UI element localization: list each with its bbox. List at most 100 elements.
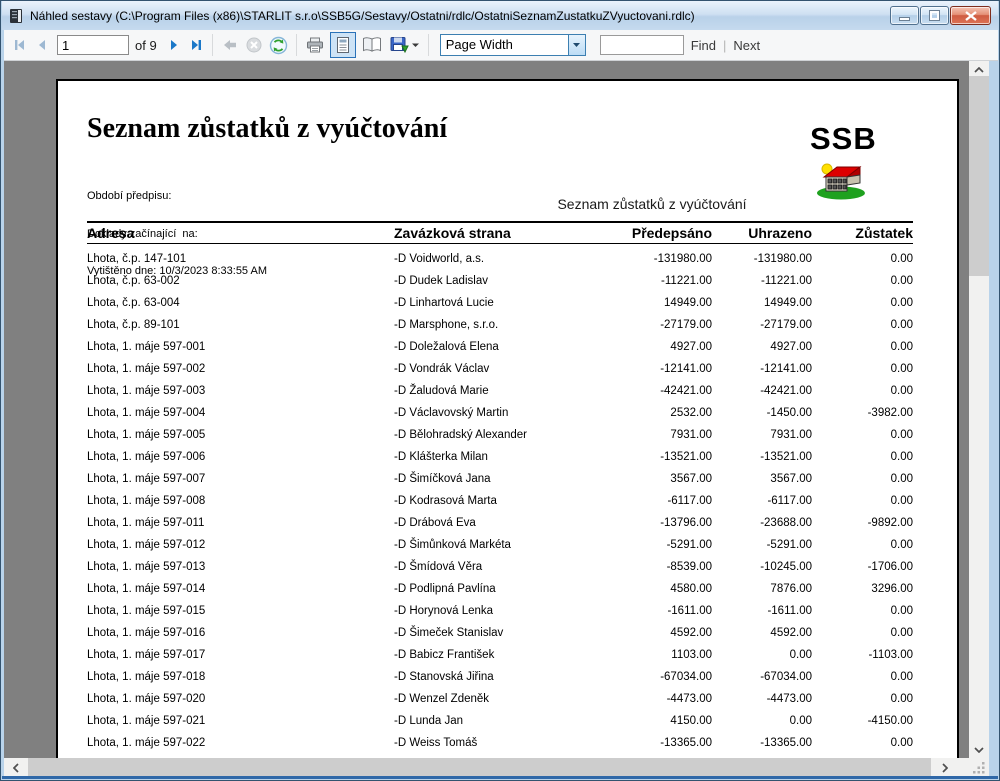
close-button[interactable] (950, 6, 991, 25)
table-cell: -D Bělohradský Alexander (394, 424, 527, 446)
report-icon (9, 8, 24, 24)
table-cell: 14949.00 (764, 292, 812, 314)
table-cell: Lhota, 1. máje 597-014 (87, 578, 205, 600)
toolbar-separator (428, 34, 429, 56)
table-cell: -D Stanovská Jiřina (394, 666, 494, 688)
table-cell: Lhota, 1. máje 597-013 (87, 556, 205, 578)
zoom-dropdown[interactable]: Page Width (440, 34, 586, 56)
vertical-scrollbar[interactable] (969, 61, 989, 758)
title-bar[interactable]: Náhled sestavy (C:\Program Files (x86)\S… (2, 1, 998, 30)
report-page: Seznam zůstatků z vyúčtování Období před… (56, 79, 959, 758)
first-page-icon (12, 37, 28, 53)
export-icon (389, 36, 409, 54)
find-button[interactable]: Find (691, 38, 716, 53)
table-cell: -D Šimíčková Jana (394, 468, 491, 490)
table-cell: -1706.00 (868, 556, 913, 578)
table-cell: -D Kodrasová Marta (394, 490, 497, 512)
table-row: Lhota, 1. máje 597-020-D Wenzel Zdeněk-4… (87, 688, 913, 710)
table-cell: -D Doležalová Elena (394, 336, 499, 358)
first-page-button[interactable] (9, 33, 31, 57)
stop-button[interactable] (242, 33, 266, 57)
column-header-uhrazeno: Uhrazeno (748, 223, 812, 243)
column-header-zavazkova-strana: Zavázková strana (394, 223, 511, 243)
resize-grip-icon[interactable] (971, 760, 987, 776)
table-cell: -9892.00 (868, 512, 913, 534)
table-cell: 0.00 (891, 292, 913, 314)
table-row: Lhota, 1. máje 597-002-D Vondrák Václav-… (87, 358, 913, 380)
next-button[interactable]: Next (733, 38, 760, 53)
table-cell: -11221.00 (661, 270, 712, 292)
restore-button[interactable] (920, 6, 949, 25)
chevron-left-icon (13, 763, 19, 773)
table-cell: -3982.00 (868, 402, 913, 424)
last-page-button[interactable] (185, 33, 207, 57)
window-title: Náhled sestavy (C:\Program Files (x86)\S… (30, 9, 695, 23)
table-cell: 0.00 (891, 534, 913, 556)
table-cell: -6117.00 (667, 490, 712, 512)
table-cell: Lhota, 1. máje 597-012 (87, 534, 205, 556)
export-button[interactable] (386, 33, 423, 57)
table-cell: 3567.00 (670, 468, 712, 490)
table-row: Lhota, č.p. 63-002-D Dudek Ladislav-1122… (87, 270, 913, 292)
table-row: Lhota, 1. máje 597-015-D Horynová Lenka-… (87, 600, 913, 622)
table-cell: -D Žaludová Marie (394, 380, 489, 402)
report-toolbar: of 9 (4, 30, 998, 61)
scroll-left-button[interactable] (6, 758, 26, 777)
window-controls (890, 6, 991, 25)
table-cell: -D Horynová Lenka (394, 600, 493, 622)
table-row: Lhota, 1. máje 597-007-D Šimíčková Jana3… (87, 468, 913, 490)
table-cell: 0.00 (891, 446, 913, 468)
table-cell: Lhota, č.p. 147-101 (87, 248, 186, 270)
minimize-button[interactable] (890, 6, 919, 25)
find-input[interactable] (600, 35, 684, 55)
table-cell: 3567.00 (770, 468, 812, 490)
table-cell: -D Podlipná Pavlína (394, 578, 496, 600)
scroll-down-button[interactable] (969, 741, 989, 758)
scroll-right-button[interactable] (935, 758, 955, 777)
horizontal-scrollbar[interactable] (4, 758, 989, 777)
table-cell: -12141.00 (660, 358, 712, 380)
refresh-icon (269, 36, 288, 55)
table-row: Lhota, 1. máje 597-022-D Weiss Tomáš-133… (87, 732, 913, 754)
table-cell: 0.00 (891, 490, 913, 512)
table-cell: -D Václavovský Martin (394, 402, 508, 424)
table-cell: -4473.00 (767, 688, 812, 710)
table-row: Lhota, č.p. 63-004-D Linhartová Lucie149… (87, 292, 913, 314)
table-cell: -D Drábová Eva (394, 512, 476, 534)
table-cell: 4592.00 (670, 622, 712, 644)
vertical-scroll-thumb[interactable] (969, 76, 989, 276)
print-layout-icon (335, 36, 351, 54)
minimize-icon (899, 17, 910, 21)
table-cell: 0.00 (891, 688, 913, 710)
print-button[interactable] (302, 33, 328, 57)
table-cell: Lhota, č.p. 63-002 (87, 270, 180, 292)
table-cell: -8539.00 (667, 556, 712, 578)
horizontal-scroll-thumb[interactable] (28, 758, 931, 777)
table-cell: -D Šimeček Stanislav (394, 622, 503, 644)
report-preview-window: Náhled sestavy (C:\Program Files (x86)\S… (0, 0, 1000, 781)
table-cell: Lhota, č.p. 89-101 (87, 314, 180, 336)
table-cell: -42421.00 (660, 380, 712, 402)
table-cell: Lhota, 1. máje 597-015 (87, 600, 205, 622)
table-row: Lhota, č.p. 147-101-D Voidworld, a.s.-13… (87, 248, 913, 270)
page-setup-button[interactable] (358, 33, 386, 57)
table-row: Lhota, 1. máje 597-011-D Drábová Eva-137… (87, 512, 913, 534)
print-layout-button[interactable] (330, 32, 356, 58)
back-button[interactable] (218, 33, 242, 57)
table-cell: -11221.00 (761, 270, 812, 292)
table-row: Lhota, 1. máje 597-012-D Šimůnková Marké… (87, 534, 913, 556)
table-cell: -5291.00 (767, 534, 812, 556)
table-cell: -23688.00 (760, 512, 812, 534)
report-viewport[interactable]: Seznam zůstatků z vyúčtování Období před… (4, 61, 969, 758)
table-row: Lhota, 1. máje 597-016-D Šimeček Stanisl… (87, 622, 913, 644)
refresh-button[interactable] (266, 33, 291, 57)
previous-page-button[interactable] (31, 33, 53, 57)
table-cell: -D Klášterka Milan (394, 446, 488, 468)
chevron-right-icon (942, 763, 948, 773)
table-cell: -10245.00 (760, 556, 812, 578)
zoom-dropdown-button[interactable] (568, 35, 585, 55)
next-page-button[interactable] (163, 33, 185, 57)
page-number-input[interactable] (57, 35, 129, 55)
logo-text: SSB (810, 121, 877, 157)
table-cell: 4150.00 (670, 710, 712, 732)
